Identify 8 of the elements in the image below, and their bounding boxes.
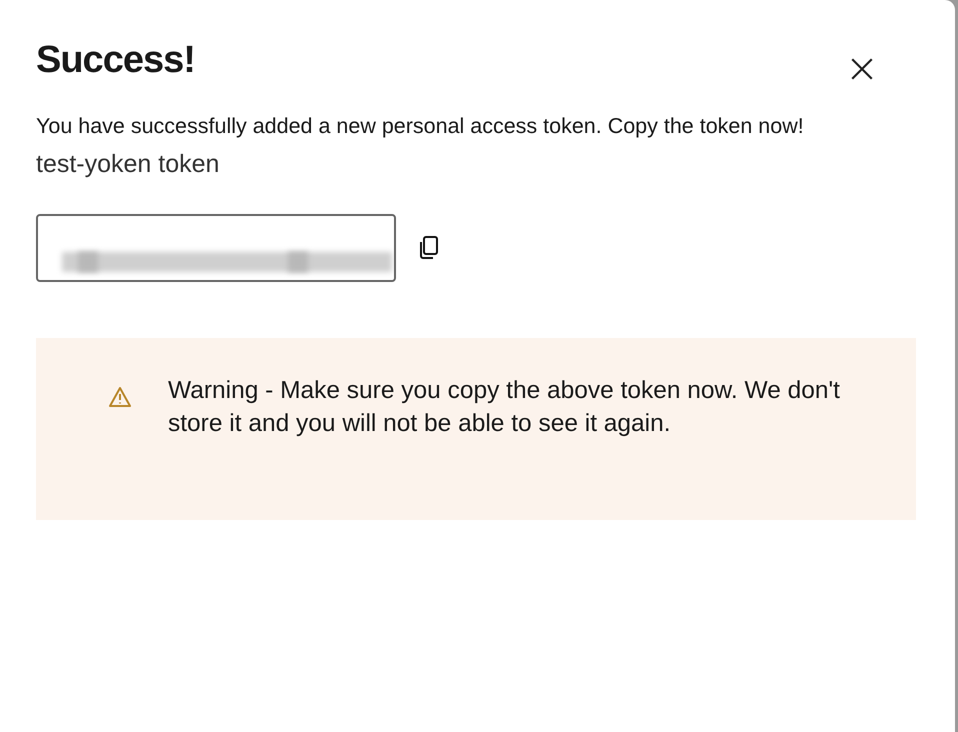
success-message: You have successfully added a new personal access token. Copy the token now! <box>36 113 805 140</box>
close-icon[interactable] <box>849 56 875 82</box>
warning-message: Warning - Make sure you copy the above token now. We don't store it and you will not be able to see it again. <box>168 376 841 439</box>
dialog-title: Success! <box>36 38 195 83</box>
token-field[interactable] <box>36 214 396 282</box>
copy-icon[interactable] <box>418 235 440 261</box>
token-name: test-yoken token <box>36 149 220 180</box>
warning-icon <box>108 386 132 408</box>
